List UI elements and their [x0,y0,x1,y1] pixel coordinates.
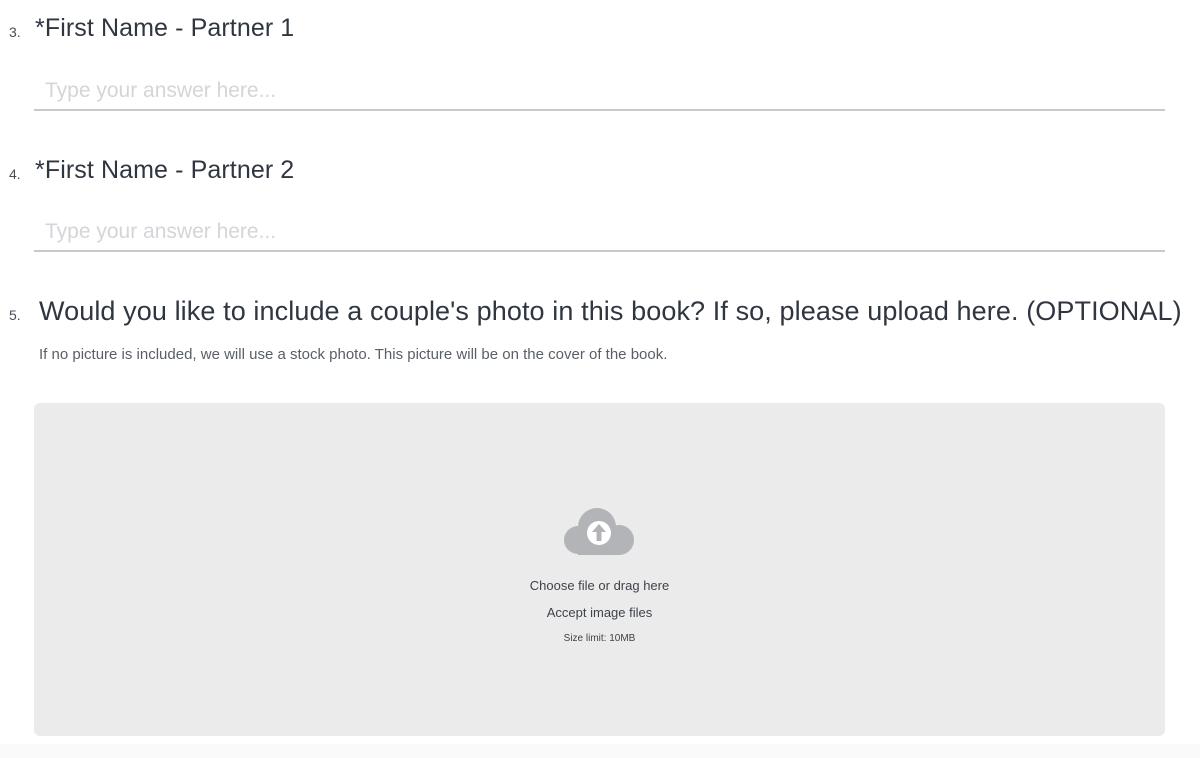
upload-prompt[interactable]: Choose file or drag here [34,578,1165,593]
photo-upload-dropzone[interactable] [34,403,1165,736]
footer-strip [0,744,1200,758]
question-number: 3. [9,24,21,40]
question-number: 4. [9,166,21,182]
upload-accepted-types: Accept image files [546,605,653,620]
question-number: 5. [9,307,21,323]
partner-2-first-name-input[interactable] [34,214,1165,252]
question-description: If no picture is included, we will use a… [39,346,668,363]
question-title: Would you like to include a couple's pho… [39,296,1182,326]
question-title: *First Name - Partner 1 [35,14,295,42]
question-title: *First Name - Partner 2 [35,156,295,184]
cloud-upload-icon[interactable] [562,503,636,557]
upload-size-limit: Size limit: 10MB [563,633,636,644]
partner-1-first-name-input[interactable] [34,73,1165,111]
